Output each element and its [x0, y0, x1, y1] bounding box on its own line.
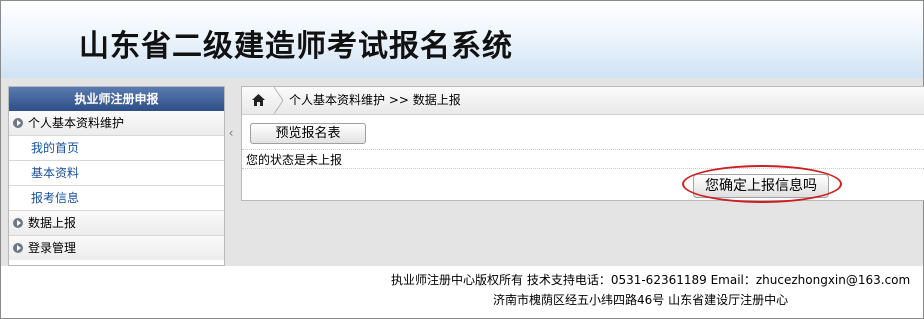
page-header: 山东省二级建造师考试报名系统	[1, 1, 923, 79]
sidebar-title: 执业师注册申报	[9, 87, 224, 111]
arrow-circle-icon	[13, 243, 23, 253]
sidebar-item-home[interactable]: 我的首页	[9, 136, 224, 161]
footer-address: 济南市槐荫区经五小纬四路46号 山东省建设厅注册中心	[493, 293, 789, 307]
sidebar-group-profile[interactable]: 个人基本资料维护	[9, 111, 224, 136]
footer: 执业师注册中心版权所有 技术支持电话：0531-62361189 Email：z…	[1, 266, 923, 318]
home-icon	[252, 94, 265, 106]
main-panel: 个人基本资料维护 >> 数据上报 预览报名表 您的状态是未上报 您确定上报信息吗	[241, 86, 924, 201]
sidebar-item-exam-info[interactable]: 报考信息	[9, 186, 224, 211]
sidebar-group-label: 个人基本资料维护	[28, 116, 125, 130]
breadcrumb-text: 个人基本资料维护 >> 数据上报	[289, 93, 461, 107]
status-text: 您的状态是未上报	[242, 149, 924, 169]
sidebar-group-login-management[interactable]: 登录管理	[9, 236, 224, 260]
sidebar-group-data-report[interactable]: 数据上报	[9, 211, 224, 236]
sidebar-item-basic-info[interactable]: 基本资料	[9, 161, 224, 186]
confirm-submit-button[interactable]: 您确定上报信息吗	[693, 174, 829, 198]
arrow-circle-icon	[13, 118, 23, 128]
preview-form-button[interactable]: 预览报名表	[250, 123, 366, 144]
breadcrumb: 个人基本资料维护 >> 数据上报	[242, 87, 924, 115]
sidebar-group-label: 登录管理	[28, 241, 77, 255]
footer-copyright: 执业师注册中心版权所有 技术支持电话：0531-62361189 Email：z…	[391, 273, 911, 287]
page-title: 山东省二级建造师考试报名系统	[79, 29, 513, 64]
home-button[interactable]	[242, 87, 274, 114]
sidebar-group-label: 数据上报	[28, 216, 77, 230]
arrow-circle-icon	[13, 218, 23, 228]
sidebar: 执业师注册申报 个人基本资料维护 我的首页 基本资料 报考信息 数据上报 登录管…	[8, 86, 225, 266]
breadcrumb-separator	[274, 87, 284, 114]
sidebar-collapse-toggle[interactable]: ‹	[225, 86, 237, 180]
